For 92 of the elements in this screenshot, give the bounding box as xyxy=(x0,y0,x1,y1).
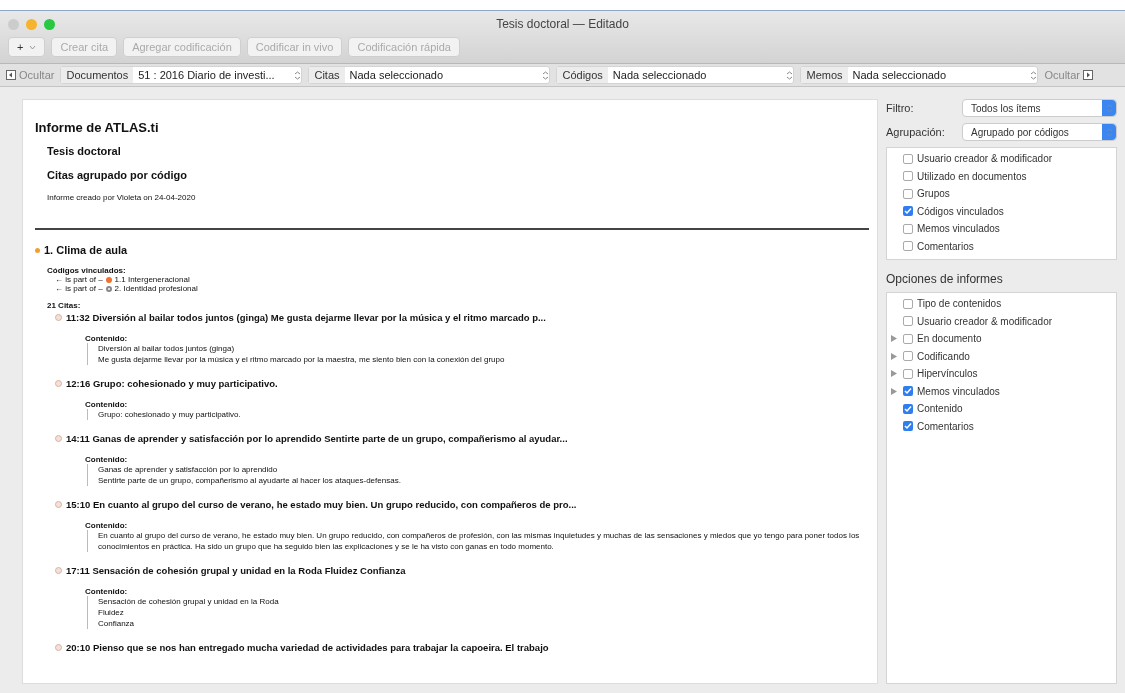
content-text: Sensación de cohesión grupal y unidad en la Roda xyxy=(98,596,280,607)
report-subtitle: Citas agrupado por código xyxy=(47,169,188,181)
grouping-dropdown[interactable]: Agrupado por códigos xyxy=(962,123,1117,141)
relation-text: ← is part of – xyxy=(55,275,103,284)
caret-icon xyxy=(1105,127,1113,137)
caret-icon xyxy=(786,70,794,80)
window-control[interactable] xyxy=(26,18,37,30)
option-label: Memos vinculados xyxy=(917,385,1000,397)
caret-icon xyxy=(1105,103,1113,113)
checkbox[interactable] xyxy=(903,316,913,327)
section-label: Contenido: xyxy=(85,400,129,409)
quotation-title: 17:11 Sensación de cohesión grupal y unidad en la Roda Fluidez Confianza xyxy=(66,565,406,576)
quotation-title: 11:32 Diversión al bailar todos juntos (ginga) Me gusta dejarme llevar por la música y el ritmo marcado p... xyxy=(66,312,546,323)
section-label: Contenido: xyxy=(85,587,129,596)
content-text: Confianza xyxy=(98,618,136,629)
option-label: Usuario creador & modificador xyxy=(917,315,1053,327)
sidebar-toggle-icon xyxy=(6,70,16,80)
add-button[interactable]: + xyxy=(8,37,46,57)
option-label: Tipo de contenidos xyxy=(917,298,1002,310)
field-label: Agrupación: xyxy=(886,126,946,138)
checkbox[interactable] xyxy=(903,368,913,379)
content-text: Me gusta dejarme llevar por la música y el ritmo marcado por la maestra, me siento bien con la conexión del grupo xyxy=(98,354,506,365)
linked-code: 1.1 Intergeneracional xyxy=(114,275,190,284)
window-title: Tesis doctoral — Editado xyxy=(496,17,630,31)
disclosure-icon[interactable] xyxy=(891,370,897,378)
caret-icon xyxy=(1030,70,1038,80)
option-label: Memos vinculados xyxy=(917,223,1000,235)
quotation-icon xyxy=(55,314,62,321)
sidebar-toggle-icon xyxy=(1082,70,1093,80)
checkbox[interactable] xyxy=(903,153,913,164)
checkbox[interactable] xyxy=(903,351,913,362)
checkbox[interactable] xyxy=(903,206,913,217)
section-label: Contenido: xyxy=(85,455,129,464)
checkbox[interactable] xyxy=(903,188,913,199)
disclosure-icon[interactable] xyxy=(891,352,897,360)
caret-icon xyxy=(294,70,302,80)
window-control[interactable] xyxy=(8,18,19,30)
option-label: En documento xyxy=(917,333,982,345)
quotation-title: 15:10 En cuanto al grupo del curso de verano, he estado muy bien. Un grupo reducido, con compañeros de pro... xyxy=(66,499,577,510)
relation-text: ← is part of – xyxy=(55,284,103,293)
selector[interactable]: Códigos Nada seleccionado xyxy=(556,66,795,84)
section-title: Opciones de informes xyxy=(886,272,1004,286)
content-text: Fluidez xyxy=(98,607,125,618)
quotation-title: 12:16 Grupo: cohesionado y muy participativo. xyxy=(66,378,278,389)
report-title: Informe de ATLAS.ti xyxy=(35,120,160,135)
option-label: Usuario creador & modificador xyxy=(917,153,1053,165)
content-text: Diversión al bailar todos juntos (ginga) xyxy=(98,343,236,354)
chevron-icon xyxy=(29,44,37,50)
project-title: Tesis doctoral xyxy=(47,145,122,157)
option-label: Grupos xyxy=(917,188,950,200)
quotation-title: 20:10 Pienso que se nos han entregado mucha variedad de actividades para trabajar la capoeira. El trabajo xyxy=(66,642,549,653)
option-label: Códigos vinculados xyxy=(917,205,1004,217)
option-label: Codificando xyxy=(917,350,970,362)
quotation-title: 14:11 Ganas de aprender y satisfacción por lo aprendido Sentirte parte de un grupo, compañerismo al ayudar... xyxy=(66,433,568,444)
checkbox[interactable] xyxy=(903,223,913,234)
option-label: Utilizado en documentos xyxy=(917,170,1027,182)
selector[interactable]: Citas Nada seleccionado xyxy=(308,66,551,84)
content-text: Ganas de aprender y satisfacción por lo aprendido xyxy=(98,464,279,475)
option-label: Comentarios xyxy=(917,420,974,432)
checkbox[interactable] xyxy=(903,333,913,344)
checkbox[interactable] xyxy=(903,403,913,414)
content-text: Sentirte parte de un grupo, compañerismo al ayudarte al hacer los ataques-defensas. xyxy=(98,475,402,486)
content-text: En cuanto al grupo del curso de verano, he estado muy bien. Un grupo reducido, con compañeros de profesión, con las mismas inquietudes y muchas de las sensaciones y miedos que yo tengo para poner todos los conocimientos en práctica. Ha sido un grupo que ha seguido bien las explicaciones y se le ha visto con ganas en todo momento. xyxy=(98,530,861,552)
checkbox[interactable] xyxy=(903,298,913,309)
quotation-icon xyxy=(55,380,62,387)
section-label: Contenido: xyxy=(85,521,129,530)
content-text: Grupo: cohesionado y muy participativo. xyxy=(98,409,242,420)
checkbox[interactable] xyxy=(903,171,913,182)
field-label: Filtro: xyxy=(886,102,915,114)
filter-dropdown[interactable]: Todos los ítems xyxy=(962,99,1117,117)
selector[interactable]: Memos Nada seleccionado xyxy=(800,66,1039,84)
documents-selector[interactable]: Documentos 51 : 2016 Diario de investi... xyxy=(60,66,303,84)
section-label: Contenido: xyxy=(85,334,129,343)
section-label: 21 Citas: xyxy=(47,301,82,310)
quotation-icon xyxy=(55,435,62,442)
quotation-icon xyxy=(55,644,62,651)
option-label: Contenido xyxy=(917,403,963,415)
quotation-icon xyxy=(55,501,62,508)
caret-icon xyxy=(542,70,550,80)
section-label: Códigos vinculados: xyxy=(47,266,127,275)
option-label: Hipervínculos xyxy=(917,368,978,380)
report-meta: Informe creado por Violeta on 24-04-2020 xyxy=(47,193,197,202)
option-label: Comentarios xyxy=(917,240,974,252)
disclosure-icon[interactable] xyxy=(891,335,897,343)
code-title: 1. Clima de aula xyxy=(44,244,128,256)
checkbox[interactable] xyxy=(903,386,913,397)
quotation-icon xyxy=(55,567,62,574)
linked-code: 2. Identidad profesional xyxy=(114,284,198,293)
checkbox[interactable] xyxy=(903,241,913,252)
checkbox[interactable] xyxy=(903,421,913,432)
window-control[interactable] xyxy=(44,18,55,30)
disclosure-icon[interactable] xyxy=(891,387,897,395)
